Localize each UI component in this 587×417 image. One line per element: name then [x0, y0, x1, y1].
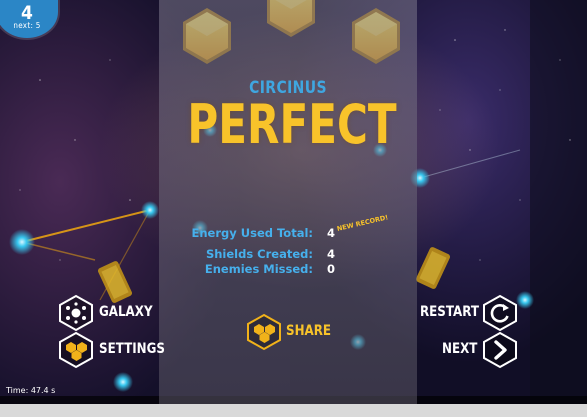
stat-value-enemies: 0	[327, 262, 336, 276]
bottom-bar	[0, 404, 587, 417]
stat-value-energy: 4	[327, 226, 336, 240]
result-title: PERFECT	[187, 93, 397, 156]
chevron-right-icon	[483, 331, 517, 369]
stat-label-shields: Shields Created:	[205, 247, 313, 261]
stat-value-shields: 4	[327, 247, 336, 261]
time-label: Time: 47.4 s	[6, 386, 56, 395]
honeycomb-icon	[247, 313, 281, 351]
galaxy-button[interactable]: GALAXY	[56, 294, 156, 332]
restart-button[interactable]: RESTART	[418, 294, 520, 332]
honeycomb-icon	[59, 331, 93, 369]
stat-label-energy: Energy Used Total:	[191, 226, 313, 240]
next-button[interactable]: NEXT	[440, 331, 520, 369]
next-button-label: NEXT	[442, 341, 478, 357]
restart-button-label: RESTART	[420, 304, 480, 320]
galaxy-icon	[59, 294, 93, 332]
settings-button[interactable]: SETTINGS	[56, 331, 165, 369]
settings-button-label: SETTINGS	[99, 341, 165, 357]
galaxy-button-label: GALAXY	[99, 304, 153, 320]
next-level-label: next: 5	[13, 21, 41, 30]
stat-label-enemies: Enemies Missed:	[204, 262, 313, 276]
share-button-label: SHARE	[286, 323, 332, 339]
share-button[interactable]: SHARE	[244, 313, 332, 351]
restart-icon	[483, 294, 517, 332]
